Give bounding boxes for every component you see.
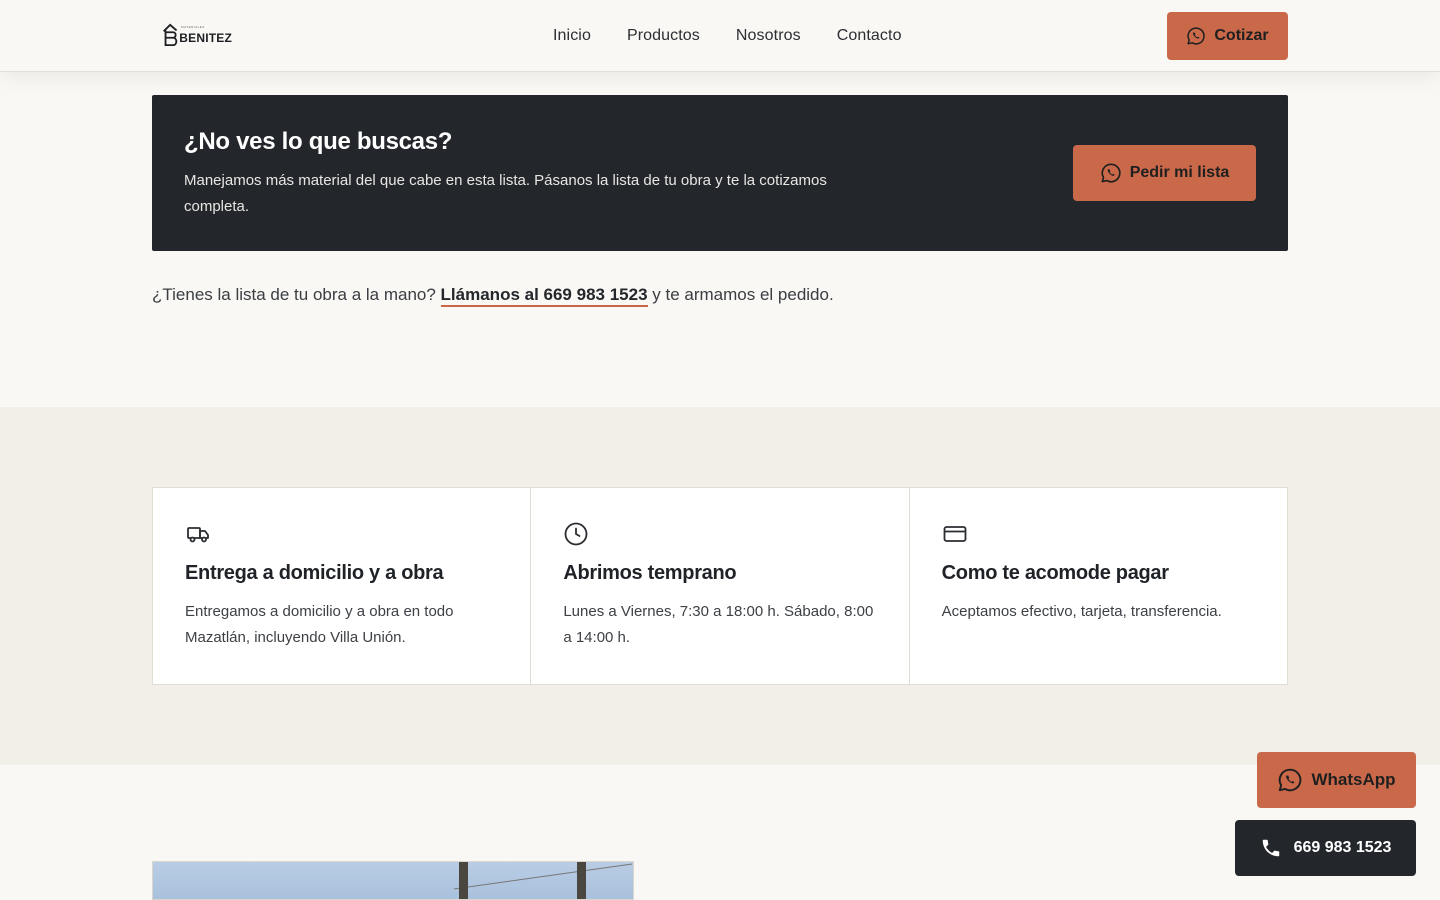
whatsapp-icon — [1101, 163, 1121, 183]
nav-inicio[interactable]: Inicio — [553, 27, 591, 45]
house-logo-icon — [163, 23, 178, 47]
cotizar-button[interactable]: Cotizar — [1167, 12, 1288, 60]
photo-wire — [453, 863, 633, 890]
call-prefix: ¿Tienes la lista de tu obra a la mano? — [152, 285, 436, 304]
credit-card-icon — [943, 526, 967, 542]
logo[interactable]: MATERIALES BENITEZ — [160, 20, 232, 50]
features-grid: Entrega a domicilio y a obra Entregamos … — [152, 487, 1288, 685]
custom-list-banner: ¿No ves lo que buscas? Manejamos más mat… — [152, 95, 1288, 251]
truck-icon — [187, 527, 209, 543]
feature-card-payment: Como te acomode pagar Aceptamos efectivo… — [910, 488, 1287, 684]
store-photo — [152, 861, 634, 900]
feature-title: Como te acomode pagar — [941, 562, 1169, 584]
phone-icon — [1262, 839, 1279, 857]
whatsapp-float-button[interactable]: WhatsApp — [1257, 752, 1416, 808]
phone-float-button[interactable]: 669 983 1523 — [1235, 820, 1416, 876]
feature-text: Aceptamos efectivo, tarjeta, transferenc… — [941, 603, 1222, 620]
call-phone-link[interactable]: Llámanos al 669 983 1523 — [440, 285, 648, 307]
feature-card-delivery: Entrega a domicilio y a obra Entregamos … — [153, 488, 532, 684]
feature-text: Lunes a Viernes, 7:30 a 18:00 h. Sábado,… — [563, 603, 874, 646]
nav-contacto[interactable]: Contacto — [837, 27, 902, 45]
photo-pole — [459, 862, 468, 899]
pedir-lista-button[interactable]: Pedir mi lista — [1073, 145, 1256, 201]
call-prompt: ¿Tienes la lista de tu obra a la mano? L… — [152, 285, 834, 307]
whatsapp-icon — [1279, 768, 1302, 792]
logo-text: BENITEZ — [179, 31, 232, 45]
call-suffix: y te armamos el pedido. — [652, 285, 834, 304]
photo-pole — [577, 862, 586, 899]
whatsapp-icon — [1187, 27, 1206, 45]
banner-text: Manejamos más material del que cabe en e… — [184, 172, 827, 215]
site-header: MATERIALES BENITEZ Inicio Productos Noso… — [0, 0, 1440, 72]
banner-title: ¿No ves lo que buscas? — [184, 128, 453, 155]
feature-card-hours: Abrimos temprano Lunes a Viernes, 7:30 a… — [531, 488, 910, 684]
feature-title: Entrega a domicilio y a obra — [185, 562, 444, 584]
main-nav: Inicio Productos Nosotros Contacto — [553, 0, 902, 72]
logo-subtitle: MATERIALES — [181, 25, 205, 29]
pedir-lista-label: Pedir mi lista — [1129, 164, 1230, 181]
phone-float-label: 669 983 1523 — [1293, 839, 1392, 856]
whatsapp-float-label: WhatsApp — [1311, 770, 1396, 789]
feature-title: Abrimos temprano — [563, 562, 737, 584]
clock-icon — [564, 522, 588, 546]
nav-nosotros[interactable]: Nosotros — [736, 27, 801, 45]
feature-text: Entregamos a domicilio y a obra en todo … — [185, 603, 454, 646]
nav-productos[interactable]: Productos — [627, 27, 700, 45]
cotizar-label: Cotizar — [1214, 27, 1269, 44]
